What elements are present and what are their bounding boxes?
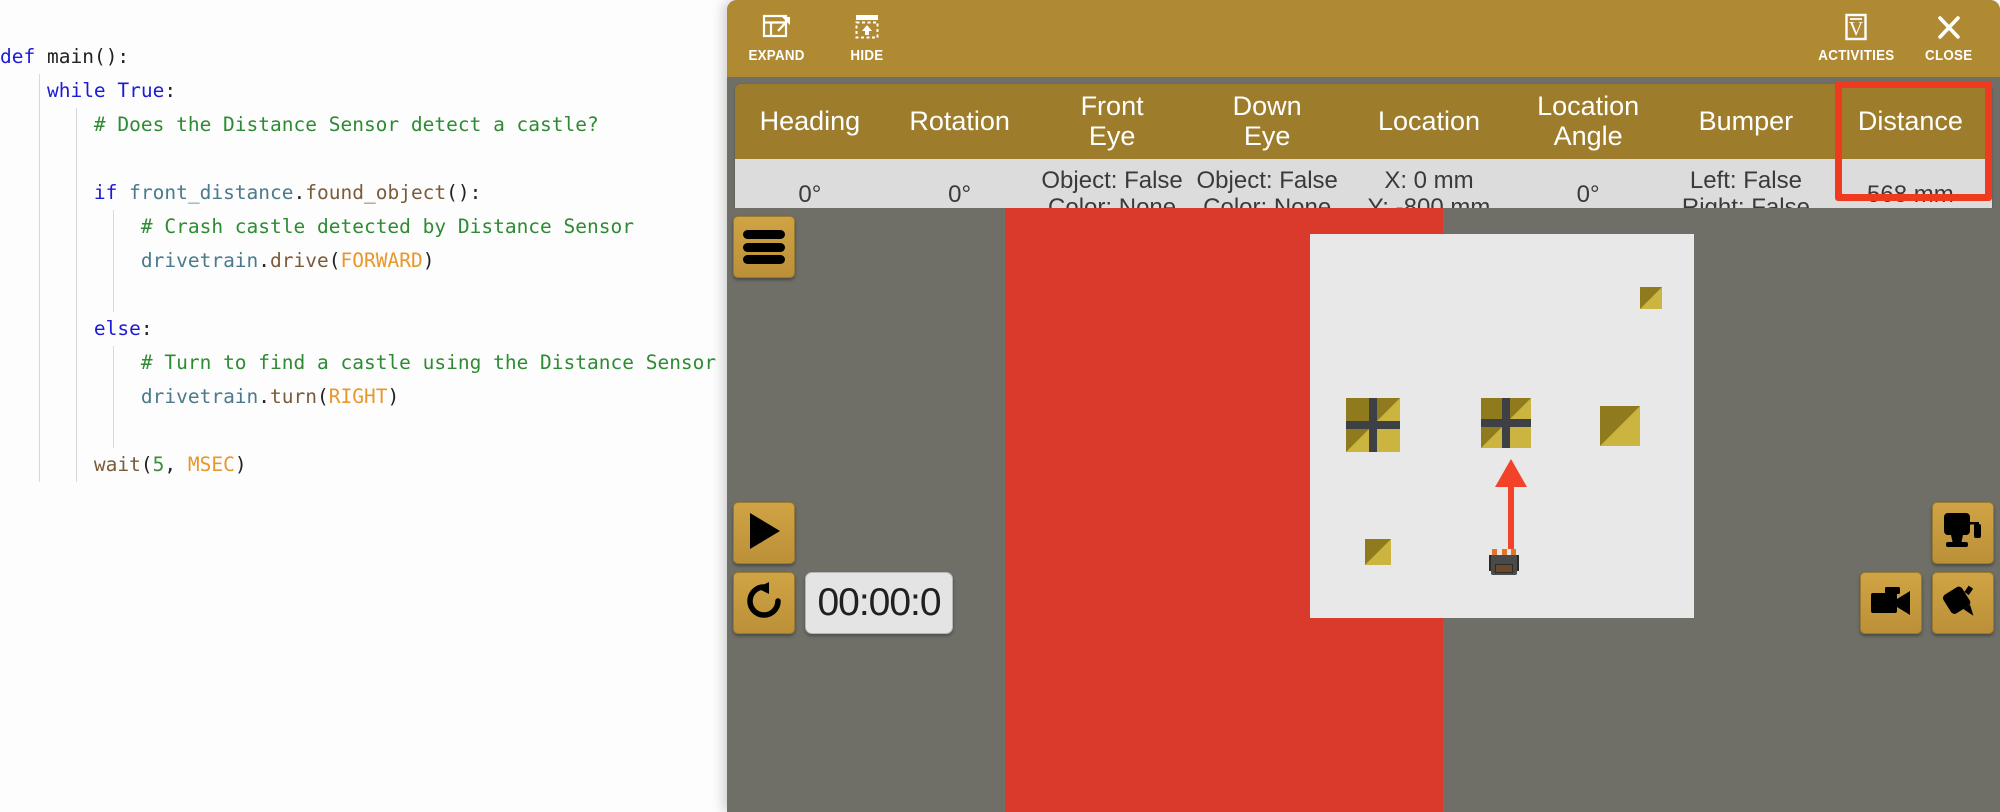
menu-button[interactable]	[733, 216, 795, 278]
code-line: while True:	[0, 74, 727, 108]
expand-label: EXPAND	[748, 48, 806, 64]
robot[interactable]	[1489, 549, 1519, 575]
code-line	[0, 142, 727, 176]
field-area: 00:00:0	[727, 208, 2000, 812]
code-editor[interactable]: def main(): while True: # Does the Dista…	[0, 0, 727, 812]
field-border	[1005, 208, 1694, 812]
code-line: # Turn to find a castle using the Distan…	[0, 346, 727, 380]
paint-bucket-icon	[1942, 580, 1984, 627]
svg-text:V: V	[1849, 18, 1864, 40]
castle-small-right[interactable]	[1600, 406, 1640, 446]
sensor-header-heading: Heading	[735, 84, 885, 159]
expand-icon	[762, 8, 792, 46]
sensor-data-panel: Heading Rotation Front Eye Down Eye Location Lo…	[727, 77, 2000, 229]
robot-screen	[1495, 564, 1513, 573]
timer-display: 00:00:0	[805, 572, 953, 634]
robot-view-icon	[1941, 510, 1985, 557]
sensor-table-header-row: Heading Rotation Front Eye Down Eye Location Lo…	[735, 84, 1992, 159]
hide-button[interactable]: HIDE	[831, 8, 903, 64]
app-root: def main(): while True: # Does the Dista…	[0, 0, 2000, 812]
castle-small-bottom-left[interactable]	[1365, 539, 1391, 565]
paint-button[interactable]	[1932, 572, 1994, 634]
sensor-header-distance: Distance	[1828, 84, 1992, 159]
expand-button[interactable]: EXPAND	[741, 8, 813, 64]
close-button[interactable]: CLOSE	[1906, 8, 1992, 64]
reset-button[interactable]	[733, 572, 795, 634]
code-line	[0, 278, 727, 312]
sensor-header-bumper: Bumper	[1663, 84, 1829, 159]
castle-small-top-right[interactable]	[1640, 287, 1662, 309]
sensor-header-down-eye: Down Eye	[1189, 84, 1345, 159]
activities-button[interactable]: V ACTIVITIES	[1806, 8, 1906, 64]
code-line: if front_distance.found_object():	[0, 176, 727, 210]
activities-icon: V	[1842, 8, 1870, 46]
heading-arrow	[1493, 459, 1529, 549]
code-line: def main():	[0, 45, 130, 68]
hide-label: HIDE	[850, 48, 884, 64]
robot-view-button[interactable]	[1932, 502, 1994, 564]
simulator-window: EXPAND HIDE V ACTIVITIES CLOSE Heading R…	[727, 0, 2000, 812]
sensor-header-location: Location	[1344, 84, 1514, 159]
video-camera-icon	[1869, 583, 1913, 624]
sensor-header-location-angle: Location Angle	[1513, 84, 1663, 159]
code-line: # Does the Distance Sensor detect a cast…	[0, 108, 727, 142]
code-line: # Crash castle detected by Distance Sens…	[0, 210, 727, 244]
activities-label: ACTIVITIES	[1817, 48, 1895, 64]
hamburger-icon	[743, 227, 785, 268]
reset-icon	[743, 580, 785, 627]
sensor-header-front-eye: Front Eye	[1034, 84, 1190, 159]
code-line: drivetrain.drive(FORWARD)	[0, 244, 727, 278]
close-label: CLOSE	[1925, 48, 1973, 64]
camera-button[interactable]	[1860, 572, 1922, 634]
play-button[interactable]	[733, 502, 795, 564]
sensor-header-rotation: Rotation	[884, 84, 1035, 159]
play-icon	[744, 510, 784, 557]
simulator-toolbar: EXPAND HIDE V ACTIVITIES CLOSE	[727, 0, 2000, 77]
castle-large-center[interactable]	[1481, 398, 1531, 448]
code-line: else:	[0, 312, 727, 346]
code-lines: def main(): while True: # Does the Dista…	[0, 40, 727, 482]
hide-icon	[854, 8, 880, 46]
code-line	[0, 414, 727, 448]
castle-large-left[interactable]	[1346, 398, 1400, 452]
code-line: drivetrain.turn(RIGHT)	[0, 380, 727, 414]
close-icon	[1935, 8, 1963, 46]
code-line: wait(5, MSEC)	[0, 448, 727, 482]
field-floor[interactable]	[1310, 234, 1694, 618]
